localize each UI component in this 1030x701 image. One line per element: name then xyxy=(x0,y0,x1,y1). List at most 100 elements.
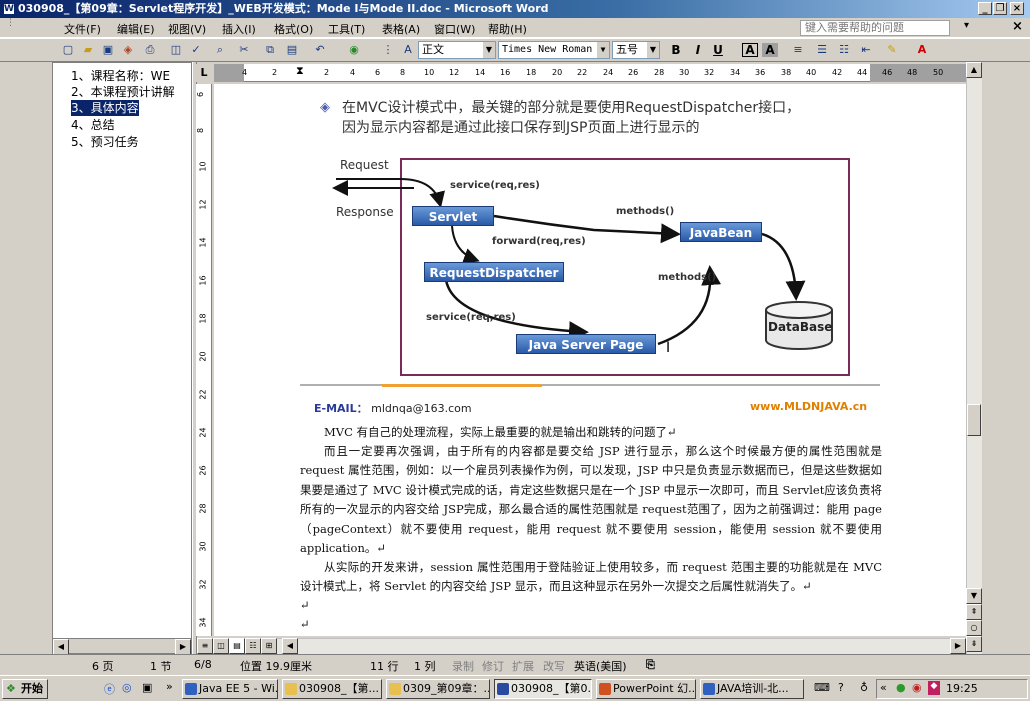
close-button[interactable]: × xyxy=(1010,2,1024,15)
hyperlink-icon[interactable]: ◉ xyxy=(346,42,362,58)
bold-button[interactable]: B xyxy=(668,43,684,57)
help-search-input[interactable] xyxy=(800,20,950,36)
open-folder-icon[interactable]: ▰ xyxy=(80,42,96,58)
task-powerpoint[interactable]: PowerPoint 幻... xyxy=(596,679,696,699)
keyboard-icon[interactable]: ⌨ xyxy=(814,681,830,694)
nav-item-preview[interactable]: 5、预习任务 xyxy=(71,134,139,150)
vertical-scrollbar[interactable] xyxy=(966,62,982,654)
status-overtype[interactable]: 改写 xyxy=(543,658,565,674)
task-folder-0309[interactable]: 0309_第09章：... xyxy=(386,679,490,699)
menu-grip[interactable]: ⋮ xyxy=(6,18,15,28)
font-dropdown-icon[interactable]: ▼ xyxy=(597,42,609,58)
task-folder-030908[interactable]: 030908_【第... xyxy=(282,679,382,699)
reading-view-icon[interactable]: ⊞ xyxy=(261,638,277,654)
antivirus-tray-icon[interactable]: ◉ xyxy=(912,681,922,694)
nav-item-course-plan[interactable]: 2、本课程预计讲解 xyxy=(71,84,175,100)
undo-icon[interactable]: ↶ xyxy=(312,42,328,58)
restore-button[interactable]: ❐ xyxy=(993,2,1007,15)
nav-scroll-right-icon[interactable]: ▶ xyxy=(175,639,191,655)
paragraph-2[interactable]: 而且一定要再次强调，由于所有的内容都是要交给 JSP 进行显示，那么这个时候最方… xyxy=(300,442,882,558)
spelling-status-icon[interactable]: ⎘ xyxy=(646,658,655,672)
network-tray-icon[interactable]: ● xyxy=(896,681,906,694)
indent-marker-icon[interactable]: ⧗ xyxy=(296,64,304,78)
copy-icon[interactable]: ⧉ xyxy=(262,42,278,58)
bullets-icon[interactable]: ☷ xyxy=(836,42,852,58)
menu-edit[interactable]: 编辑(E) xyxy=(117,21,155,37)
status-track[interactable]: 修订 xyxy=(482,658,504,674)
scroll-up-icon[interactable]: ▲ xyxy=(966,62,982,78)
menu-insert[interactable]: 插入(I) xyxy=(222,21,256,37)
title-bar[interactable]: 030908_【第09章：Servlet程序开发】_WEB开发模式：Mode I… xyxy=(0,0,1030,18)
security-tray-icon[interactable]: ◆ xyxy=(928,681,940,695)
tab-selector[interactable]: L xyxy=(196,64,212,82)
align-justify-icon[interactable]: ≡ xyxy=(790,42,806,58)
italic-button[interactable]: I xyxy=(690,43,706,57)
document-page[interactable]: ◈ 在MVC设计模式中，最关键的部分就是要使用RequestDispatcher… xyxy=(214,84,966,636)
menu-table[interactable]: 表格(A) xyxy=(382,21,420,37)
task-java-ee[interactable]: Java EE 5 - Wi... xyxy=(182,679,278,699)
save-icon[interactable]: ▣ xyxy=(100,42,116,58)
status-extend[interactable]: 扩展 xyxy=(512,658,534,674)
status-record[interactable]: 录制 xyxy=(452,658,474,674)
outline-view-icon[interactable]: ☷ xyxy=(245,638,261,654)
font-combo[interactable]: Times New Roman ▼ xyxy=(498,41,610,59)
font-size-combo[interactable]: 五号 ▼ xyxy=(612,41,660,59)
permission-icon[interactable]: ◈ xyxy=(120,42,136,58)
scroll-down-icon[interactable]: ▼ xyxy=(966,588,982,604)
menu-file[interactable]: 文件(F) xyxy=(64,21,101,37)
help-tray-icon[interactable]: ? xyxy=(838,681,844,694)
menu-view[interactable]: 视图(V) xyxy=(168,21,206,37)
hscroll-right-icon[interactable]: ▶ xyxy=(950,638,966,654)
desktop-quicklaunch-icon[interactable]: ▣ xyxy=(142,681,152,694)
task-java-training[interactable]: JAVA培训-北... xyxy=(700,679,804,699)
new-doc-icon[interactable]: ▢ xyxy=(60,42,76,58)
char-border-button[interactable]: A xyxy=(742,43,758,57)
ie2-quicklaunch-icon[interactable]: ◎ xyxy=(122,681,132,694)
scroll-thumb[interactable] xyxy=(967,404,981,436)
paragraph-3[interactable]: 从实际的开发来讲，session 属性范围用于登陆验证上使用较多，而 reque… xyxy=(300,558,882,597)
prev-page-icon[interactable]: ⇞ xyxy=(966,604,982,620)
status-language[interactable]: 英语(美国) xyxy=(574,658,627,674)
decrease-indent-icon[interactable]: ⇤ xyxy=(858,42,874,58)
menu-tools[interactable]: 工具(T) xyxy=(328,21,365,37)
quicklaunch-more-icon[interactable]: » xyxy=(166,680,173,693)
print-icon[interactable]: ⎙ xyxy=(142,42,158,58)
hscroll-left-icon[interactable]: ◀ xyxy=(282,638,298,654)
horizontal-scrollbar[interactable] xyxy=(197,638,966,654)
task-word-doc[interactable]: 030908_【第0... xyxy=(494,679,592,699)
nav-scroll-left-icon[interactable]: ◀ xyxy=(53,639,69,655)
nav-item-content[interactable]: 3、具体内容 xyxy=(71,100,139,116)
tray-expand-icon[interactable]: « xyxy=(880,681,887,694)
font-color-icon[interactable]: A xyxy=(914,42,930,58)
style-combo[interactable]: 正文 ▼ xyxy=(418,41,496,59)
nav-item-course-name[interactable]: 1、课程名称：WE xyxy=(71,68,170,84)
paste-icon[interactable]: ▤ xyxy=(284,42,300,58)
ie-quicklaunch-icon[interactable]: ⓔ xyxy=(104,681,115,697)
ime-tray-icon[interactable]: ♁ xyxy=(860,681,868,694)
minimize-button[interactable]: _ xyxy=(978,2,992,15)
nav-horizontal-scrollbar[interactable]: ◀ ▶ xyxy=(52,638,192,655)
clock[interactable]: 19:25 xyxy=(946,682,978,695)
char-shading-button[interactable]: A xyxy=(762,43,778,57)
paragraph-5[interactable]: ↵ xyxy=(300,615,882,634)
styles-icon[interactable]: A xyxy=(400,42,416,58)
style-dropdown-icon[interactable]: ▼ xyxy=(483,42,495,58)
menu-window[interactable]: 窗口(W) xyxy=(434,21,475,37)
spelling-icon[interactable]: ✓ xyxy=(188,42,204,58)
help-dropdown-icon[interactable]: ▾ xyxy=(964,20,969,31)
next-page-icon[interactable]: ⇟ xyxy=(966,636,982,652)
menu-help[interactable]: 帮助(H) xyxy=(488,21,527,37)
doc-close-icon[interactable]: × xyxy=(1012,19,1023,34)
paragraph-1[interactable]: MVC 有自己的处理流程，实际上最重要的就是输出和跳转的问题了↵ xyxy=(300,423,882,442)
menu-format[interactable]: 格式(O) xyxy=(274,21,313,37)
font-size-dropdown-icon[interactable]: ▼ xyxy=(647,42,659,58)
nav-item-summary[interactable]: 4、总结 xyxy=(71,117,115,133)
cut-icon[interactable]: ✂ xyxy=(236,42,252,58)
browse-object-icon[interactable]: ○ xyxy=(966,620,982,636)
print-preview-icon[interactable]: ◫ xyxy=(168,42,184,58)
word-app-icon[interactable]: W xyxy=(3,3,15,15)
numbering-icon[interactable]: ☰ xyxy=(814,42,830,58)
web-view-icon[interactable]: ◫ xyxy=(213,638,229,654)
toolbar-options-icon[interactable]: ⋮ xyxy=(380,42,396,58)
underline-button[interactable]: U xyxy=(710,43,726,57)
